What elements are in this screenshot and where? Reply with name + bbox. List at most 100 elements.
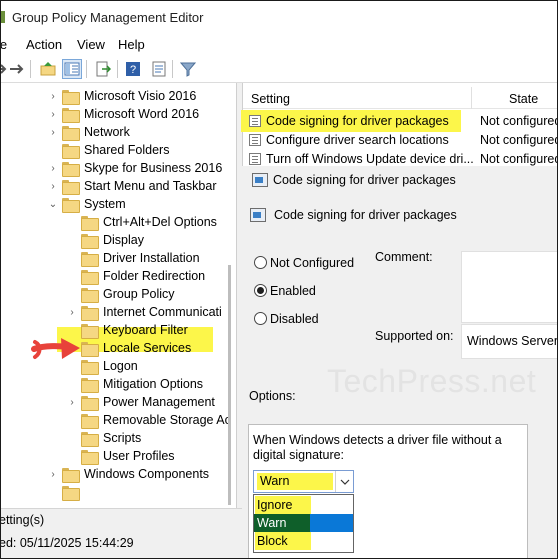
status-bar: etting(s) ed: 05/11/2025 15:44:29 bbox=[1, 508, 242, 558]
tree-item[interactable]: › Microsoft Word 2016 bbox=[47, 105, 199, 123]
tree-pane: › Microsoft Visio 2016 › Microsoft Word 20… bbox=[1, 83, 237, 508]
tree-item[interactable]: Display bbox=[66, 231, 144, 249]
tree-item[interactable]: › Internet Communicati bbox=[66, 303, 222, 321]
export-list-icon[interactable] bbox=[93, 59, 113, 79]
svg-text:?: ? bbox=[130, 64, 136, 76]
list-row-code-signing[interactable]: Code signing for driver packages Not con… bbox=[243, 111, 557, 130]
policy-dialog: Code signing for driver packages Code si… bbox=[242, 166, 558, 558]
tree-item[interactable]: Ctrl+Alt+Del Options bbox=[66, 213, 217, 231]
folder-icon bbox=[81, 377, 99, 393]
tree-item[interactable]: Removable Storage Ac bbox=[66, 411, 231, 429]
signature-action-select[interactable]: Warn bbox=[253, 470, 354, 493]
menu-view[interactable]: View bbox=[77, 37, 105, 52]
watermark: TechPress.net bbox=[327, 363, 537, 399]
tree-item[interactable]: Locale Services bbox=[66, 339, 191, 357]
up-folder-icon[interactable] bbox=[38, 59, 58, 79]
tree-item[interactable]: Shared Folders bbox=[47, 141, 169, 159]
filter-icon[interactable] bbox=[178, 59, 198, 79]
menu-help[interactable]: Help bbox=[118, 37, 145, 52]
radio-not-configured[interactable] bbox=[254, 256, 267, 269]
show-hide-tree-icon[interactable] bbox=[62, 59, 82, 79]
forward-arrow-icon[interactable] bbox=[7, 59, 27, 79]
list-header: Setting State bbox=[243, 87, 557, 109]
folder-icon bbox=[81, 287, 99, 303]
expand-icon[interactable]: › bbox=[47, 109, 59, 120]
tree-item[interactable]: › Network bbox=[47, 123, 130, 141]
radio-enabled-label[interactable]: Enabled bbox=[270, 284, 316, 298]
properties-icon[interactable] bbox=[149, 59, 169, 79]
menu-file[interactable]: le bbox=[1, 37, 7, 52]
option-ignore[interactable]: Ignore bbox=[254, 496, 353, 514]
expand-icon[interactable]: › bbox=[47, 181, 59, 192]
list-row[interactable]: Configure driver search locations Not co… bbox=[243, 130, 557, 149]
tree-item[interactable]: Keyboard Filter bbox=[66, 321, 188, 339]
toolbar-separator bbox=[172, 60, 173, 78]
expand-icon[interactable]: › bbox=[47, 163, 59, 174]
tree-item[interactable]: User Profiles bbox=[66, 447, 175, 465]
expand-icon[interactable]: › bbox=[66, 397, 78, 408]
folder-icon bbox=[81, 395, 99, 411]
expand-icon[interactable]: › bbox=[66, 307, 78, 318]
tree-scrollbar[interactable] bbox=[228, 265, 231, 505]
policy-name: Code signing for driver packages bbox=[274, 208, 457, 222]
toolbar-separator bbox=[30, 60, 31, 78]
tree-item[interactable]: Folder Redirection bbox=[66, 267, 205, 285]
tree-item[interactable]: › Power Management bbox=[66, 393, 215, 411]
radio-disabled-label[interactable]: Disabled bbox=[270, 312, 319, 326]
tree-item[interactable]: Mitigation Options bbox=[66, 375, 203, 393]
policy-icon bbox=[250, 208, 266, 222]
comment-field[interactable] bbox=[461, 251, 557, 323]
expand-icon[interactable]: › bbox=[47, 127, 59, 138]
folder-icon bbox=[81, 431, 99, 447]
supported-on-label: Supported on: bbox=[375, 329, 454, 343]
options-label: Options: bbox=[249, 389, 296, 403]
toolbar: ? bbox=[1, 55, 557, 83]
folder-icon bbox=[81, 215, 99, 231]
chevron-down-icon[interactable] bbox=[335, 471, 353, 492]
tree-item[interactable]: › Skype for Business 2016 bbox=[47, 159, 222, 177]
window: Group Policy Management Editor le Action… bbox=[0, 0, 558, 559]
title-bar: Group Policy Management Editor bbox=[1, 1, 557, 33]
folder-icon bbox=[62, 161, 80, 177]
window-title: Group Policy Management Editor bbox=[12, 10, 204, 25]
tree-item[interactable]: › Windows Components bbox=[47, 465, 209, 483]
tree-item[interactable]: Group Policy bbox=[66, 285, 175, 303]
menu-bar: le Action View Help bbox=[1, 33, 557, 55]
folder-icon bbox=[81, 413, 99, 429]
folder-icon bbox=[81, 341, 99, 357]
collapse-icon[interactable]: ⌄ bbox=[47, 199, 59, 210]
folder-icon bbox=[81, 359, 99, 375]
options-panel: When Windows detects a driver file witho… bbox=[248, 424, 528, 558]
app-icon bbox=[1, 11, 5, 23]
dropdown-list: Ignore Warn Block bbox=[253, 494, 354, 553]
folder-icon bbox=[62, 143, 80, 159]
tree-item[interactable]: › Start Menu and Taskbar bbox=[47, 177, 216, 195]
folder-icon bbox=[81, 449, 99, 465]
folder-icon bbox=[81, 233, 99, 249]
options-description: When Windows detects a driver file witho… bbox=[253, 433, 502, 462]
toolbar-separator bbox=[86, 60, 87, 78]
folder-icon bbox=[81, 251, 99, 267]
tree-item[interactable]: ⌄ System bbox=[47, 195, 126, 213]
folder-icon bbox=[62, 179, 80, 195]
tree-item-driver-installation[interactable]: Driver Installation bbox=[66, 249, 200, 267]
menu-action[interactable]: Action bbox=[26, 37, 62, 52]
expand-icon[interactable]: › bbox=[47, 91, 59, 102]
column-divider[interactable] bbox=[471, 87, 472, 109]
option-block[interactable]: Block bbox=[254, 532, 353, 550]
option-warn[interactable]: Warn bbox=[254, 514, 353, 532]
tree-item-partial[interactable] bbox=[47, 483, 84, 501]
expand-icon[interactable]: › bbox=[47, 469, 59, 480]
radio-not-configured-label[interactable]: Not Configured bbox=[270, 256, 354, 270]
supported-on-value: Windows Server 2 bbox=[467, 334, 558, 348]
radio-disabled[interactable] bbox=[254, 312, 267, 325]
column-setting[interactable]: Setting bbox=[251, 92, 290, 106]
help-icon[interactable]: ? bbox=[123, 59, 143, 79]
radio-enabled[interactable] bbox=[254, 284, 267, 297]
tree-item[interactable]: Scripts bbox=[66, 429, 141, 447]
column-state[interactable]: State bbox=[509, 92, 538, 106]
policy-icon bbox=[252, 173, 268, 187]
toolbar-separator bbox=[117, 60, 118, 78]
tree-item[interactable]: › Microsoft Visio 2016 bbox=[47, 87, 196, 105]
folder-icon bbox=[81, 323, 99, 339]
